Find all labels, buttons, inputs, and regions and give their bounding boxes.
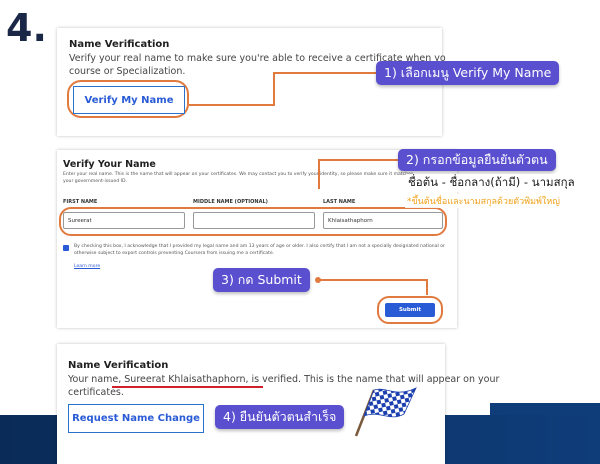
verify-my-name-button[interactable]: Verify My Name [73, 86, 185, 114]
verified-name: Sureerat Khlaisathaphorn, is verified [124, 374, 299, 385]
card-title: Name Verification [69, 39, 170, 50]
last-name-input[interactable]: Khlaisathaphorn [323, 212, 443, 229]
connector-line [318, 159, 400, 161]
consent-checkbox[interactable] [63, 245, 69, 251]
learn-more-link[interactable]: Learn more [74, 264, 100, 271]
step-number: 4. [6, 6, 47, 50]
connector-dot [315, 277, 321, 283]
verified-message-line1: Your name, Sureerat Khlaisathaphorn, is … [68, 373, 499, 386]
verify-your-name-form: Verify Your Name Enter your real name. T… [57, 150, 457, 328]
first-name-label: FIRST NAME [63, 199, 98, 205]
callout-step-4: 4) ยืนยันตัวตนสำเร็จ [215, 405, 345, 429]
connector-line [273, 72, 275, 106]
middle-name-input[interactable] [193, 212, 315, 229]
footer-notch [490, 403, 600, 415]
callout-step-3: 3) กด Submit [213, 268, 310, 292]
middle-name-label: MIDDLE NAME (OPTIONAL) [193, 199, 268, 205]
connector-line [273, 72, 377, 74]
last-name-label: LAST NAME [323, 199, 356, 205]
connector-line [318, 279, 428, 281]
red-underline [112, 386, 263, 388]
connector-line [318, 159, 320, 189]
verified-prefix: Your name, [68, 374, 125, 385]
callout-step-1: 1) เลือกเมนู Verify My Name [376, 61, 560, 85]
form-description-line2: your government-issued ID. [63, 179, 127, 184]
connector-line [426, 279, 428, 295]
consent-text-line1: By checking this box, I acknowledge that… [74, 244, 445, 249]
submit-button[interactable]: Submit [385, 303, 435, 317]
card-description-line2: course or Specialization. [69, 66, 186, 77]
form-title: Verify Your Name [63, 159, 156, 170]
checkered-flag-icon [354, 387, 417, 437]
callout-step-2-subtext: ชื่อต้น - ชื่อกลาง(ถ้ามี) - นามสกุล [406, 174, 577, 192]
request-name-change-button[interactable]: Request Name Change [68, 404, 204, 433]
connector-line [189, 104, 275, 106]
form-description-line1: Enter your real name. This is the name t… [63, 172, 414, 177]
callout-step-2: 2) กรอกข้อมูลยืนยันตัวตน [398, 149, 556, 171]
first-name-input[interactable]: Sureerat [63, 212, 185, 229]
card-title: Name Verification [68, 360, 169, 371]
consent-text-line2: otherwise subject to export controls pre… [74, 251, 275, 256]
callout-step-2-note: *ขึ้นต้นชื่อและนามสกุลด้วยตัวพิมพ์ใหญ่ [405, 194, 562, 208]
